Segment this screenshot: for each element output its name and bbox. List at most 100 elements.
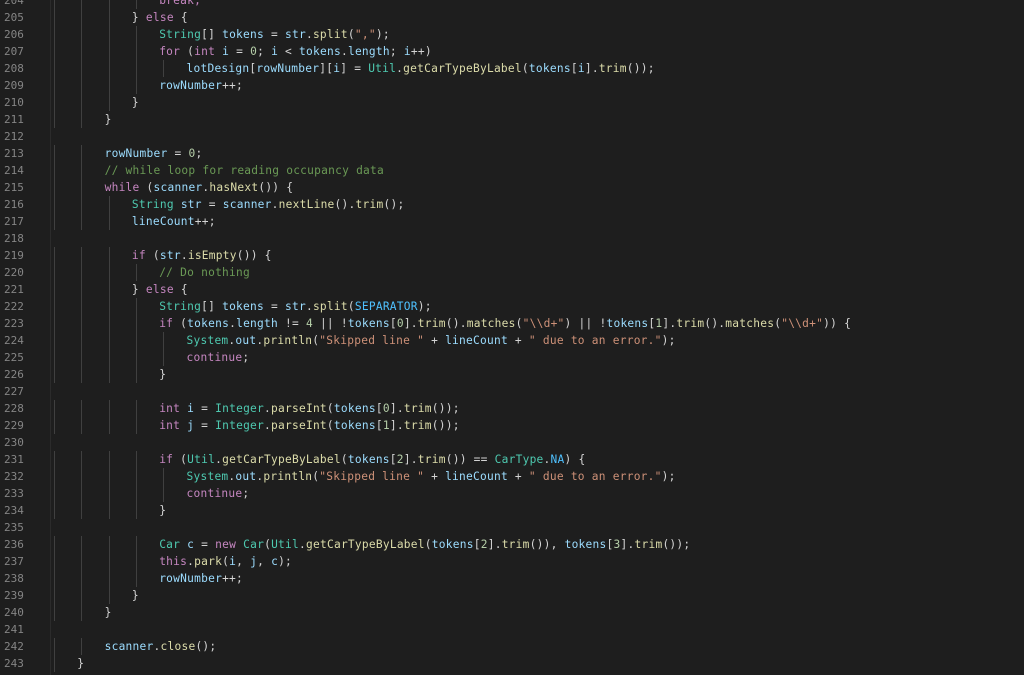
line-number: 213	[4, 147, 24, 160]
code-token: tokens	[431, 538, 474, 551]
code-token: ());	[626, 62, 655, 75]
indent-guide	[81, 315, 83, 332]
indent-guide	[108, 213, 110, 230]
code-line[interactable]: 239}	[0, 587, 1024, 604]
code-token: scanner	[104, 640, 154, 653]
code-line[interactable]: 219 if (str.isEmpty()) {	[0, 247, 1024, 264]
code-line[interactable]: 240}	[0, 604, 1024, 621]
code-line[interactable]: 209 rowNumber++;	[0, 77, 1024, 94]
code-line[interactable]: 206 String[] tokens = str.split(",");	[0, 26, 1024, 43]
indent-guide	[135, 502, 137, 519]
code-token: i	[403, 45, 411, 58]
line-number: 230	[4, 436, 24, 449]
code-line[interactable]: 230	[0, 434, 1024, 451]
code-line[interactable]: 218	[0, 230, 1024, 247]
code-token: parseInt	[271, 402, 327, 415]
indent-guide	[81, 638, 83, 655]
line-number: 208	[4, 62, 24, 75]
code-token: trim	[676, 317, 705, 330]
code-line[interactable]: 210}	[0, 94, 1024, 111]
code-lines[interactable]: 204 break; 205} else {206 String[] tokens =…	[0, 0, 1024, 672]
code-line[interactable]: 226}	[0, 366, 1024, 383]
code-token: ].	[403, 453, 418, 466]
code-token: getCarTypeByLabel	[403, 62, 522, 75]
code-token: isEmpty	[187, 249, 237, 262]
code-token: (	[515, 317, 523, 330]
indent-guide	[135, 451, 137, 468]
code-token: String	[159, 300, 202, 313]
code-line[interactable]: 243}	[0, 655, 1024, 672]
code-line[interactable]: 229 int j = Integer.parseInt(tokens[1].tr…	[0, 417, 1024, 434]
code-line[interactable]: 207 for (int i = 0; i < tokens.length; i+…	[0, 43, 1024, 60]
code-line[interactable]: 222 String[] tokens = str.split(SEPARATOR…	[0, 298, 1024, 315]
line-number: 222	[4, 300, 24, 313]
code-token: getCarTypeByLabel	[306, 538, 425, 551]
indent-guide	[54, 298, 55, 315]
code-token: []	[201, 300, 223, 313]
code-token: ();	[383, 198, 405, 211]
code-line[interactable]: 236 Car c = new Car(Util.getCarTypeByLabe…	[0, 536, 1024, 553]
code-token: ].	[389, 402, 404, 415]
code-token: tokens	[222, 28, 264, 41]
indent-guide	[54, 77, 55, 94]
code-line[interactable]: 242 scanner.close();	[0, 638, 1024, 655]
code-text: if (str.isEmpty()) {	[132, 247, 272, 264]
code-line[interactable]: 227	[0, 383, 1024, 400]
code-line[interactable]: 205} else {	[0, 9, 1024, 26]
code-line[interactable]: 224 System.out.println("Skipped line " + …	[0, 332, 1024, 349]
code-line[interactable]: 232 System.out.println("Skipped line " + …	[0, 468, 1024, 485]
code-text: this.park(i, j, c);	[159, 553, 292, 570]
code-line[interactable]: 221} else {	[0, 281, 1024, 298]
code-token: tokens	[333, 419, 376, 432]
code-token: scanner	[153, 181, 203, 194]
code-token: " due to an error."	[528, 334, 662, 347]
indent-guide	[54, 9, 55, 26]
code-line[interactable]: 217 lineCount++;	[0, 213, 1024, 230]
indent-guide	[108, 468, 110, 485]
code-line[interactable]: 215 while (scanner.hasNext()) {	[0, 179, 1024, 196]
code-line[interactable]: 204 break;	[0, 0, 1024, 9]
indent-guide	[54, 604, 55, 621]
code-line[interactable]: 212	[0, 128, 1024, 145]
code-line[interactable]: 213 rowNumber = 0;	[0, 145, 1024, 162]
code-text: String[] tokens = str.split(",");	[159, 26, 390, 43]
code-token: parseInt	[271, 419, 327, 432]
indent-guide	[135, 60, 137, 77]
code-line[interactable]: 216 String str = scanner.nextLine().trim(…	[0, 196, 1024, 213]
indent-guide	[135, 570, 137, 587]
indent-guide	[108, 349, 110, 366]
code-line[interactable]: 238 rowNumber++;	[0, 570, 1024, 587]
code-line[interactable]: 211}	[0, 111, 1024, 128]
code-token: }	[131, 589, 139, 602]
code-line[interactable]: 225 continue;	[0, 349, 1024, 366]
code-token: Util	[187, 453, 216, 466]
line-number: 232	[4, 470, 24, 483]
code-line[interactable]: 228 int i = Integer.parseInt(tokens[0].tr…	[0, 400, 1024, 417]
code-line[interactable]: 208 lotDesign[rowNumber][i] = Util.getCar…	[0, 60, 1024, 77]
code-token: println	[263, 334, 313, 347]
code-line[interactable]: 237 this.park(i, j, c);	[0, 553, 1024, 570]
line-number: 217	[4, 215, 24, 228]
code-token: str	[180, 198, 202, 211]
code-line[interactable]: 241	[0, 621, 1024, 638]
indent-guide	[54, 179, 55, 196]
code-line[interactable]: 214 // while loop for reading occupancy d…	[0, 162, 1024, 179]
code-line[interactable]: 233 continue;	[0, 485, 1024, 502]
code-line[interactable]: 220 // Do nothing	[0, 264, 1024, 281]
code-line[interactable]: 235	[0, 519, 1024, 536]
indent-guide	[54, 655, 55, 672]
code-line[interactable]: 223 if (tokens.length != 4 || !tokens[0].…	[0, 315, 1024, 332]
indent-guide	[81, 468, 83, 485]
code-token: }	[131, 96, 139, 109]
indent-guide	[54, 570, 55, 587]
indent-guide	[108, 536, 110, 553]
code-token: (	[264, 538, 272, 551]
line-number: 224	[4, 334, 24, 347]
code-editor[interactable]: 204 break; 205} else {206 String[] tokens =…	[0, 0, 1024, 675]
code-token: ].	[584, 62, 599, 75]
code-line[interactable]: 234}	[0, 502, 1024, 519]
code-text: }	[105, 111, 112, 128]
code-line[interactable]: 231 if (Util.getCarTypeByLabel(tokens[2].…	[0, 451, 1024, 468]
indent-guide	[108, 196, 110, 213]
indent-guide	[54, 111, 55, 128]
